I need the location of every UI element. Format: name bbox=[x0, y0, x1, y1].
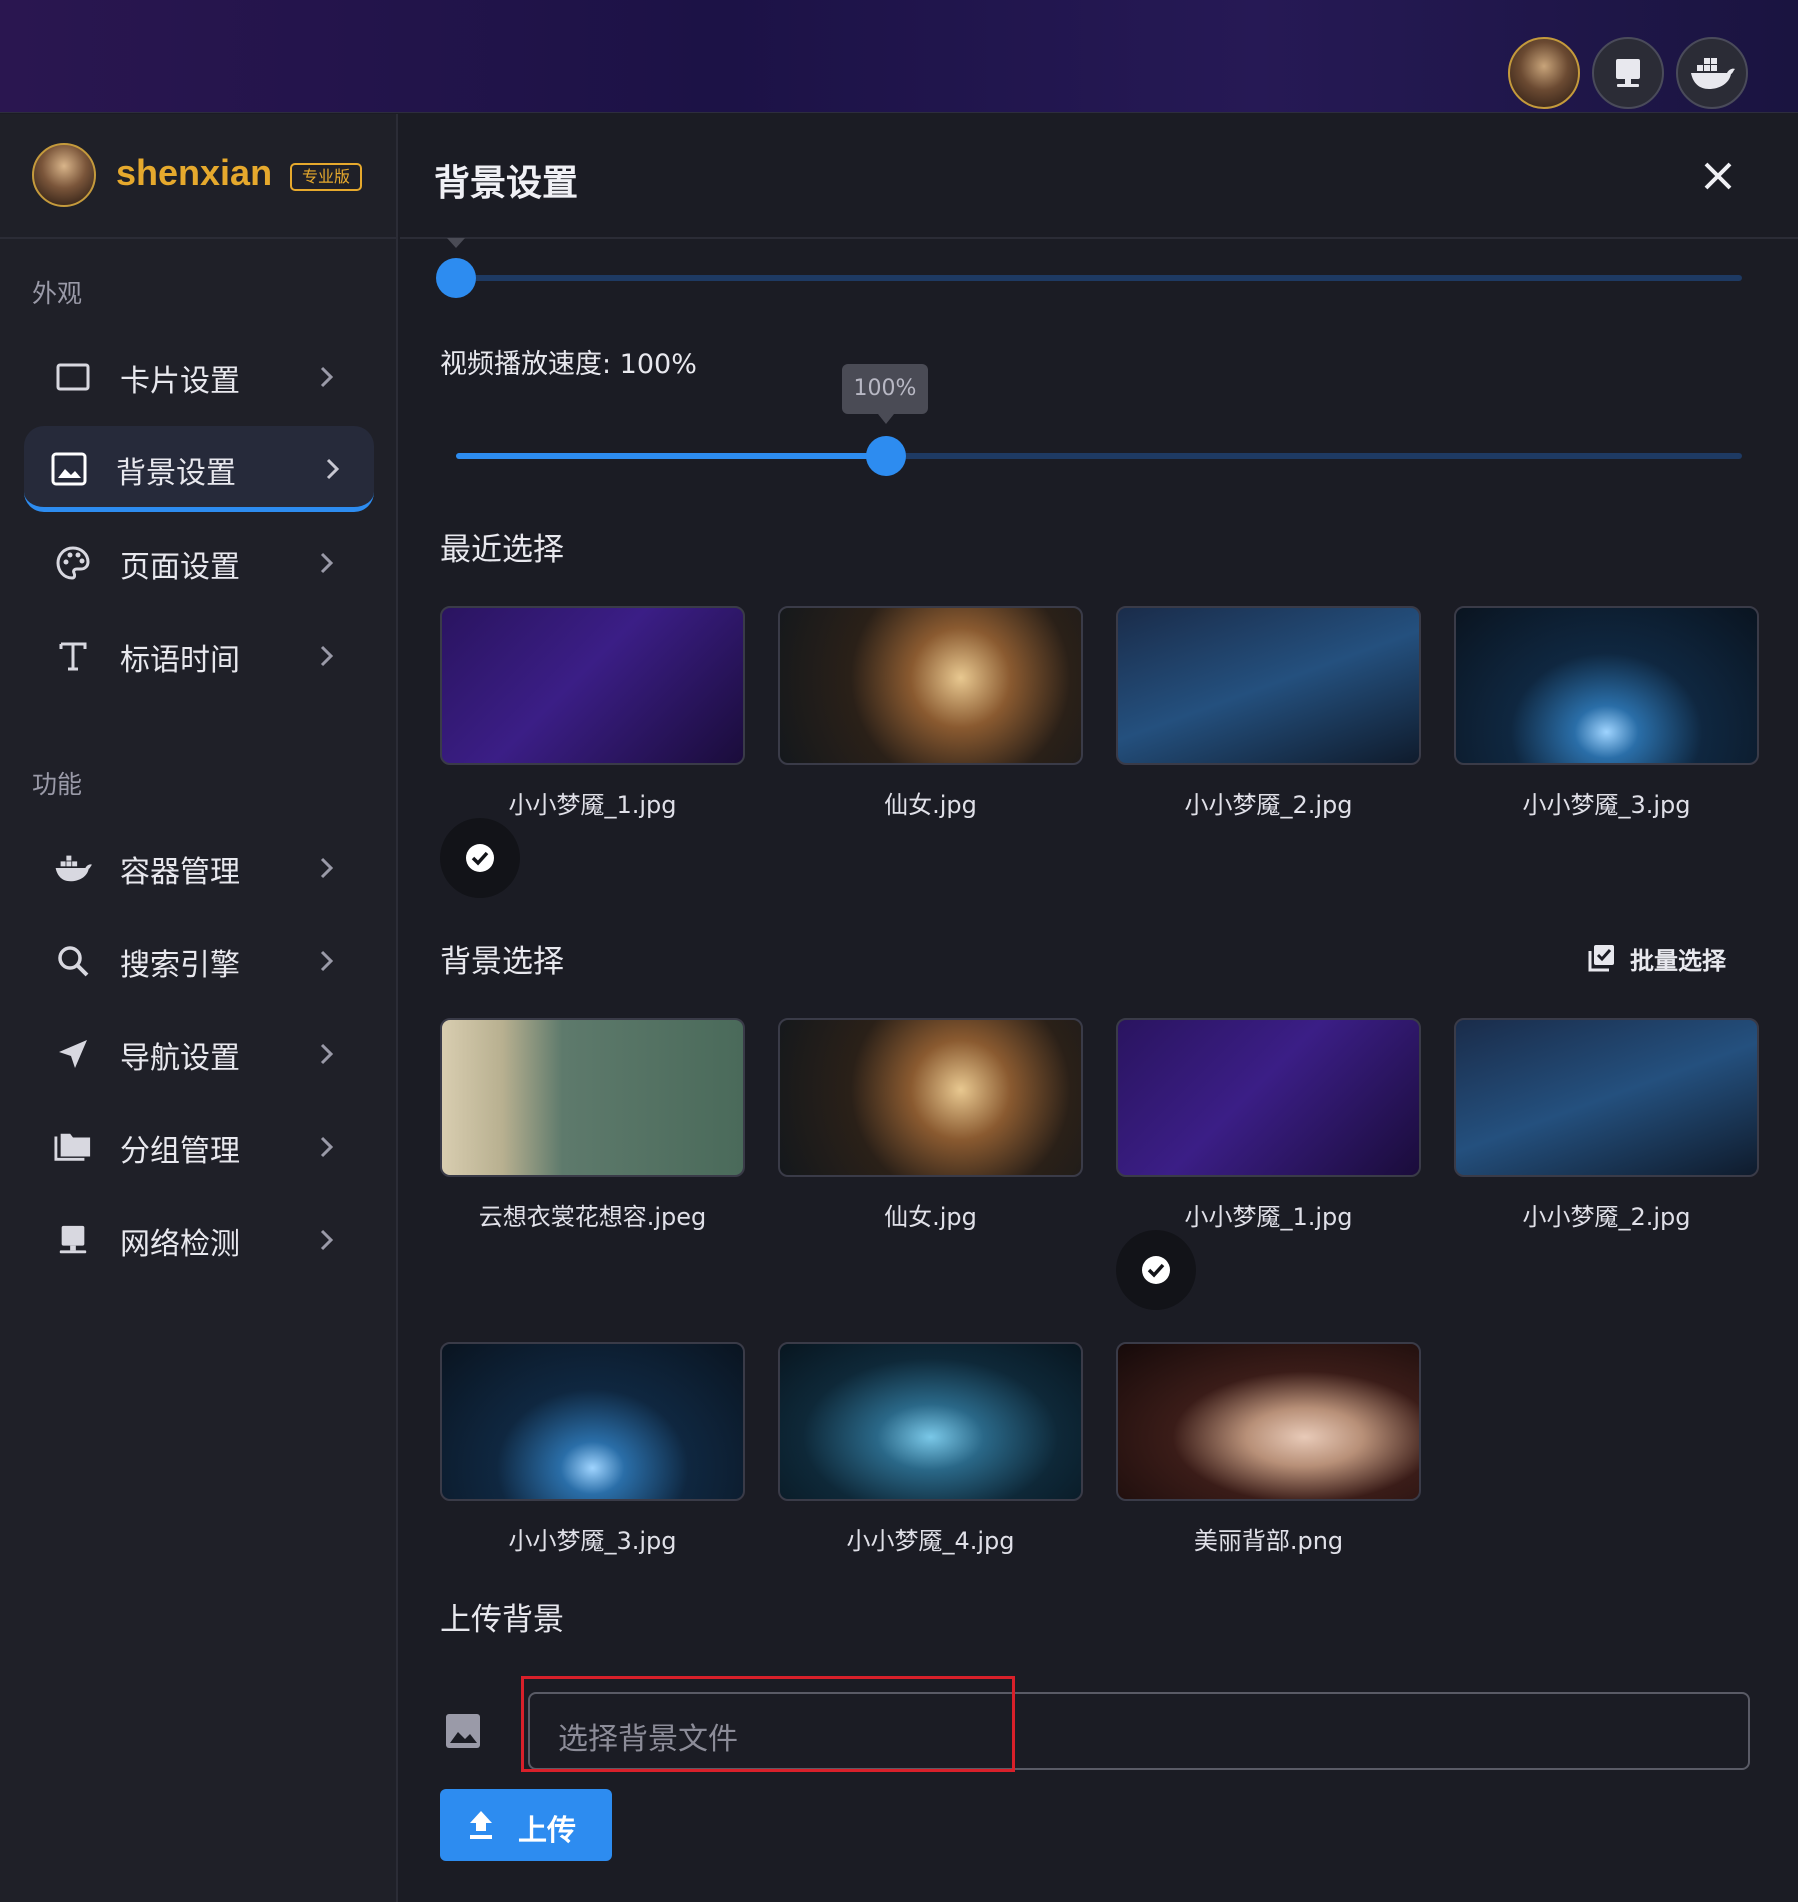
thumbnail-caption: 小小梦魇_4.jpg bbox=[846, 1527, 1015, 1555]
sidebar-item-label: 卡片设置 bbox=[120, 364, 240, 399]
text-icon bbox=[54, 638, 92, 674]
user-header: shenxian 专业版 bbox=[0, 114, 398, 239]
sidebar-item-label: 容器管理 bbox=[120, 855, 240, 890]
thumbnail-caption: 云想衣裳花想容.jpeg bbox=[478, 1203, 707, 1231]
thumbnail-caption: 小小梦魇_3.jpg bbox=[1522, 791, 1691, 819]
chevron-right-icon bbox=[326, 458, 340, 480]
speed-tooltip: 100% bbox=[842, 364, 928, 424]
sidebar-item-background-settings[interactable]: 背景设置 bbox=[24, 426, 374, 512]
sidebar-item-label: 导航设置 bbox=[120, 1041, 240, 1076]
batch-select-label: 批量选择 bbox=[1630, 947, 1726, 975]
sidebar-item-label: 背景设置 bbox=[116, 456, 236, 491]
monitor-icon bbox=[54, 1222, 92, 1258]
thumbnail-caption: 仙女.jpg bbox=[884, 791, 977, 819]
background-thumbnail[interactable] bbox=[1454, 1018, 1759, 1177]
sidebar-item-slogan-time[interactable]: 标语时间 bbox=[24, 613, 374, 699]
background-thumbnail[interactable] bbox=[1116, 1018, 1421, 1177]
opacity-slider-track[interactable] bbox=[456, 275, 1742, 281]
background-thumbnail[interactable] bbox=[778, 1018, 1083, 1177]
check-circle-icon bbox=[1116, 1230, 1196, 1310]
folder-icon bbox=[54, 1129, 92, 1165]
thumbnail-caption: 小小梦魇_2.jpg bbox=[1522, 1203, 1691, 1231]
sidebar-item-card-settings[interactable]: 卡片设置 bbox=[24, 334, 374, 420]
thumbnail-caption: 小小梦魇_2.jpg bbox=[1184, 791, 1353, 819]
chevron-right-icon bbox=[320, 1136, 334, 1158]
chevron-right-icon bbox=[320, 552, 334, 574]
sidebar-item-label: 页面设置 bbox=[120, 550, 240, 585]
sidebar-item-navigation-settings[interactable]: 导航设置 bbox=[24, 1011, 374, 1097]
recent-thumbnail[interactable] bbox=[778, 606, 1083, 765]
sidebar: shenxian 专业版 外观 卡片设置 背景设置 页面设置 标语时间 功能 容… bbox=[0, 114, 398, 1902]
check-circle-icon bbox=[440, 818, 520, 898]
image-icon bbox=[446, 1714, 480, 1748]
background-thumbnail[interactable] bbox=[778, 1342, 1083, 1501]
monitor-icon[interactable] bbox=[1592, 37, 1664, 109]
sidebar-item-search-engine[interactable]: 搜索引擎 bbox=[24, 918, 374, 1004]
sidebar-item-container-management[interactable]: 容器管理 bbox=[24, 825, 374, 911]
sidebar-item-network-check[interactable]: 网络检测 bbox=[24, 1197, 374, 1283]
background-thumbnail[interactable] bbox=[1116, 1342, 1421, 1501]
background-thumbnail[interactable] bbox=[440, 1342, 745, 1501]
docker-icon bbox=[54, 850, 92, 886]
sidebar-item-label: 分组管理 bbox=[120, 1134, 240, 1169]
recent-section-title: 最近选择 bbox=[440, 532, 564, 568]
chevron-right-icon bbox=[320, 1229, 334, 1251]
thumbnail-caption: 小小梦魇_3.jpg bbox=[508, 1527, 677, 1555]
card-icon bbox=[54, 359, 92, 395]
thumbnail-caption: 美丽背部.png bbox=[1193, 1527, 1344, 1555]
chevron-right-icon bbox=[320, 645, 334, 667]
image-icon bbox=[50, 451, 88, 487]
sidebar-item-label: 搜索引擎 bbox=[120, 948, 240, 983]
sidebar-item-page-settings[interactable]: 页面设置 bbox=[24, 520, 374, 606]
search-icon bbox=[54, 943, 92, 979]
sidebar-item-group-management[interactable]: 分组管理 bbox=[24, 1104, 374, 1190]
avatar[interactable] bbox=[1508, 37, 1580, 109]
chevron-right-icon bbox=[320, 950, 334, 972]
upload-icon bbox=[470, 1811, 492, 1839]
navigation-icon bbox=[54, 1036, 92, 1072]
recent-thumbnail[interactable] bbox=[1116, 606, 1421, 765]
close-icon[interactable] bbox=[1698, 156, 1738, 196]
sidebar-item-label: 标语时间 bbox=[120, 643, 240, 678]
upload-button[interactable]: 上传 bbox=[440, 1789, 612, 1861]
highlight-box bbox=[521, 1676, 1015, 1772]
thumbnail-caption: 仙女.jpg bbox=[884, 1203, 977, 1231]
batch-select-button[interactable]: 批量选择 bbox=[1586, 939, 1746, 977]
tooltip-arrow bbox=[447, 238, 465, 248]
top-bar bbox=[0, 0, 1798, 113]
background-section-title: 背景选择 bbox=[440, 944, 564, 980]
recent-thumbnail[interactable] bbox=[1454, 606, 1759, 765]
sidebar-item-label: 网络检测 bbox=[120, 1227, 240, 1262]
upload-section-title: 上传背景 bbox=[440, 1602, 564, 1638]
pro-badge: 专业版 bbox=[290, 163, 363, 191]
recent-thumbnail[interactable] bbox=[440, 606, 745, 765]
palette-icon bbox=[54, 545, 92, 581]
panel-header: 背景设置 bbox=[400, 114, 1798, 239]
background-thumbnail[interactable] bbox=[440, 1018, 745, 1177]
background-settings-panel: 背景设置 视频播放速度: 100% 100% 最近选择 小小梦魇_1.jpg 仙… bbox=[400, 114, 1798, 1902]
chevron-right-icon bbox=[320, 1043, 334, 1065]
speed-label: 视频播放速度: 100% bbox=[440, 349, 697, 380]
checkbox-multiple-icon bbox=[1588, 945, 1614, 972]
upload-button-label: 上传 bbox=[518, 1813, 577, 1847]
username: shenxian bbox=[116, 152, 273, 193]
speed-slider-thumb[interactable] bbox=[866, 436, 906, 476]
section-label-functions: 功能 bbox=[32, 770, 83, 799]
chevron-right-icon bbox=[320, 366, 334, 388]
page-title: 背景设置 bbox=[434, 163, 579, 204]
thumbnail-caption: 小小梦魇_1.jpg bbox=[508, 791, 677, 819]
speed-slider-fill bbox=[456, 453, 886, 459]
section-label-appearance: 外观 bbox=[32, 279, 83, 308]
chevron-right-icon bbox=[320, 857, 334, 879]
avatar[interactable] bbox=[32, 143, 96, 207]
opacity-slider-thumb[interactable] bbox=[436, 258, 476, 298]
thumbnail-caption: 小小梦魇_1.jpg bbox=[1184, 1203, 1353, 1231]
docker-icon[interactable] bbox=[1676, 37, 1748, 109]
